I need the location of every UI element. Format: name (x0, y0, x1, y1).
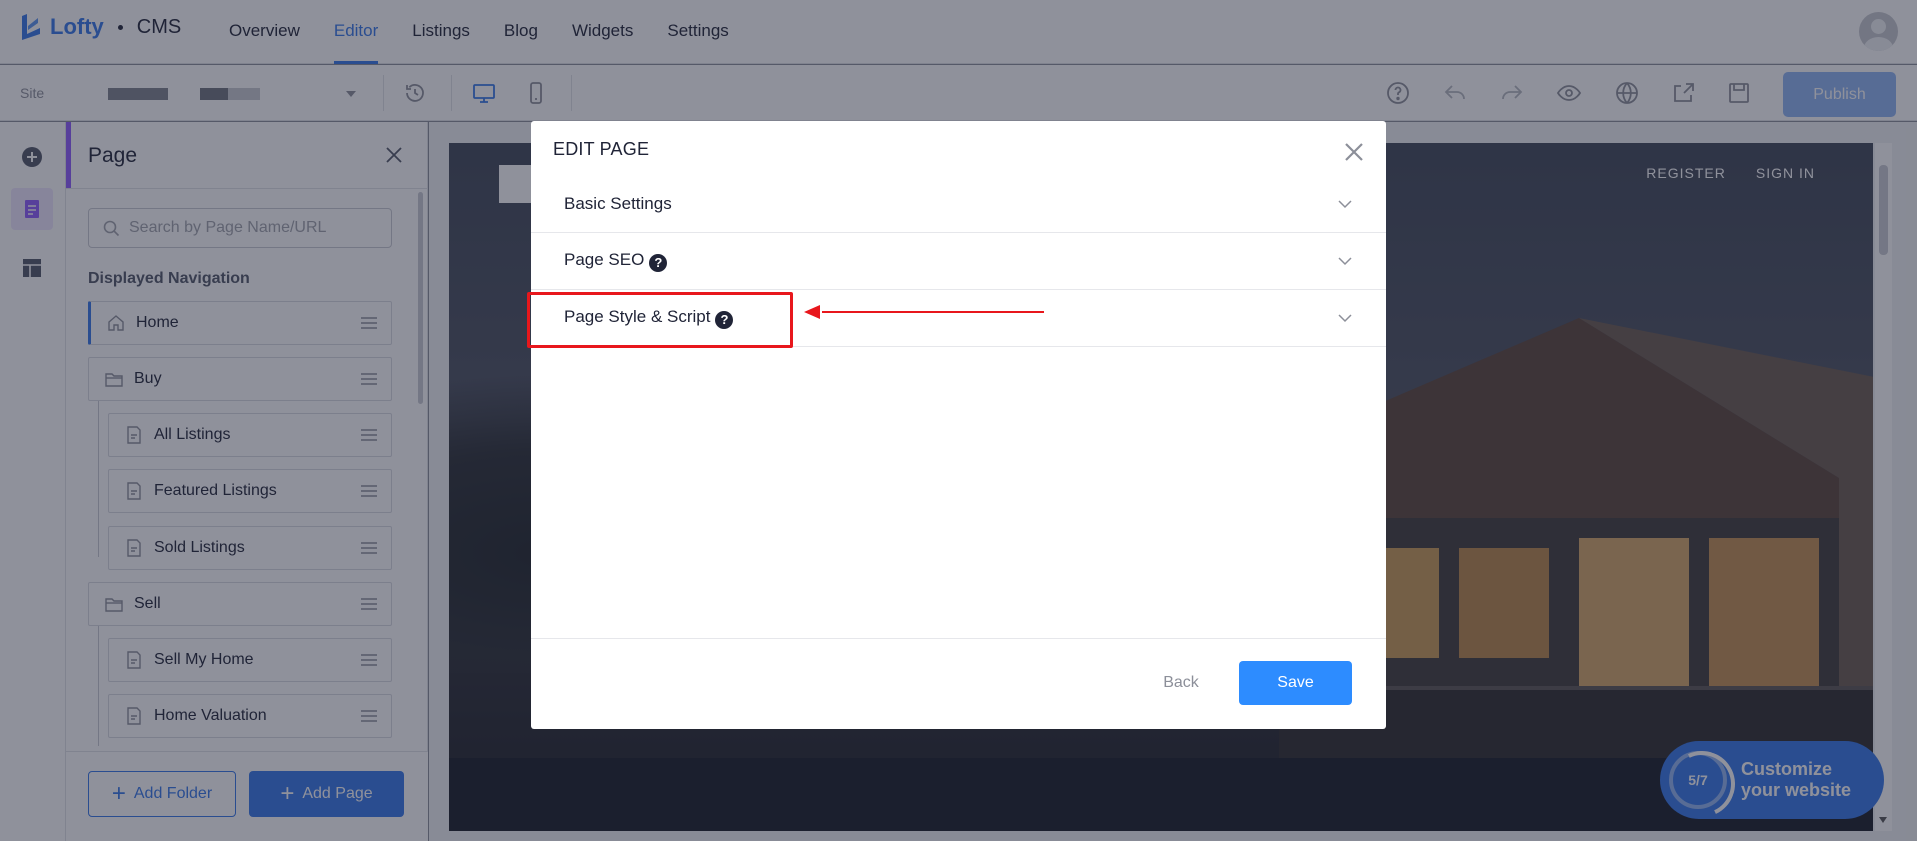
section-label: Page SEO (564, 250, 645, 270)
dialog-title: EDIT PAGE (553, 139, 650, 159)
chevron-down-icon[interactable] (1337, 310, 1353, 326)
back-button[interactable]: Back (1153, 661, 1209, 705)
section-basic-settings[interactable]: Basic Settings (531, 176, 1386, 233)
section-label-wrap: Page SEO? (564, 250, 668, 272)
help-icon[interactable]: ? (649, 253, 668, 272)
save-button[interactable]: Save (1239, 661, 1352, 705)
close-icon[interactable] (1342, 140, 1366, 164)
annotation-highlight-box (527, 292, 793, 348)
edit-page-dialog: EDIT PAGE Basic Settings Page SEO? Page … (531, 121, 1386, 729)
dialog-footer-divider (531, 638, 1386, 639)
section-page-seo[interactable]: Page SEO? (531, 233, 1386, 290)
chevron-down-icon[interactable] (1337, 196, 1353, 212)
chevron-down-icon[interactable] (1337, 253, 1353, 269)
section-label: Basic Settings (564, 194, 672, 213)
annotation-arrow-icon (804, 305, 1044, 319)
